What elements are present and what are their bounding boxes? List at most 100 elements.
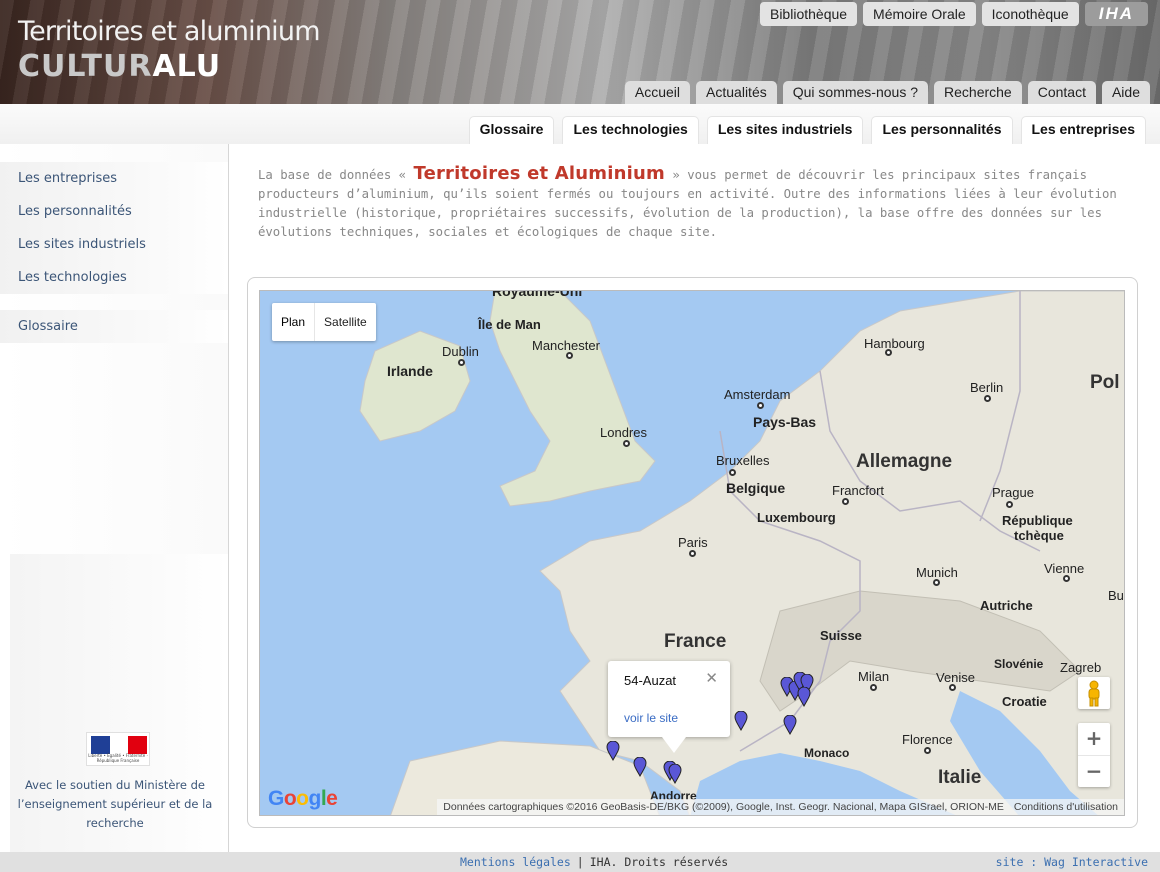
city-dot-hambourg	[885, 349, 892, 356]
sub-tab-sites-industriels[interactable]: Les sites industriels	[706, 116, 864, 144]
sidebar-item-sites-industriels[interactable]: Les sites industriels	[0, 228, 228, 261]
tab-accueil[interactable]: Accueil	[624, 81, 691, 104]
culturalu-logo[interactable]: CULTURALU	[18, 52, 221, 82]
zoom-control: + −	[1078, 723, 1110, 787]
map-type-control: Plan Satellite	[272, 303, 376, 341]
sub-tab-entreprises[interactable]: Les entreprises	[1020, 116, 1146, 144]
label-amsterdam: Amsterdam	[724, 387, 791, 402]
map-marker-icon[interactable]	[668, 764, 682, 784]
support-text: Avec le soutien du Ministère de l’enseig…	[17, 778, 213, 830]
label-bruxelles: Bruxelles	[716, 453, 770, 468]
gov-logo-caption: Liberté • Égalité • Fraternité · Républi…	[88, 753, 148, 763]
label-prague: Prague	[992, 485, 1034, 500]
logo-prefix: CULTUR	[18, 49, 153, 84]
sidebar-glossary-group: Glossaire	[0, 310, 228, 343]
label-autriche: Autriche	[980, 598, 1033, 613]
city-dot-manchester	[566, 352, 573, 359]
terms-link[interactable]: Conditions d'utilisation	[1014, 801, 1118, 813]
sub-tab-glossaire[interactable]: Glossaire	[468, 116, 555, 144]
main-nav: Accueil Actualités Qui sommes-nous ? Rec…	[624, 81, 1150, 104]
label-slovenie: Slovénie	[994, 657, 1044, 671]
footer-center: Mentions légales | IHA. Droits réservés	[460, 852, 728, 872]
google-letter: o	[283, 787, 297, 810]
label-hambourg: Hambourg	[864, 336, 925, 351]
google-logo[interactable]: Google	[268, 787, 338, 811]
tab-aide[interactable]: Aide	[1101, 81, 1150, 104]
label-tcheque: tchèque	[1014, 528, 1064, 543]
republique-francaise-logo[interactable]: Liberté • Égalité • Fraternité · Républi…	[86, 732, 150, 766]
map-marker-icon[interactable]	[783, 715, 797, 735]
label-zagreb: Zagreb	[1060, 660, 1102, 675]
label-pologne: Pol	[1090, 372, 1120, 393]
tab-actualites[interactable]: Actualités	[696, 81, 777, 104]
top-link-memoire-orale[interactable]: Mémoire Orale	[863, 2, 976, 26]
attribution-text: Données cartographiques ©2016 GeoBasis-D…	[443, 801, 1004, 813]
sub-tab-technologies[interactable]: Les technologies	[562, 116, 699, 144]
label-ile-de-man: Île de Man	[478, 317, 541, 332]
sub-tab-personnalites[interactable]: Les personnalités	[871, 116, 1013, 144]
city-dot-francfort	[842, 498, 849, 505]
map-type-plan-button[interactable]: Plan	[272, 303, 314, 341]
city-dot-amsterdam	[757, 402, 764, 409]
map-marker-icon[interactable]	[606, 741, 620, 761]
zoom-out-button[interactable]: −	[1078, 755, 1110, 787]
label-italie: Italie	[938, 767, 982, 788]
tab-recherche[interactable]: Recherche	[934, 81, 1022, 104]
city-dot-paris	[689, 550, 696, 557]
french-flag-icon	[91, 736, 148, 754]
label-milan: Milan	[858, 669, 890, 684]
label-republique: République	[1002, 513, 1073, 528]
tab-qui-sommes-nous[interactable]: Qui sommes-nous ?	[782, 81, 929, 104]
site-title[interactable]: Territoires et aluminium	[18, 16, 321, 47]
info-window-title: 54-Auzat	[624, 673, 677, 688]
city-dot-prague	[1006, 501, 1013, 508]
site-footer: Mentions légales | IHA. Droits réservés si…	[0, 852, 1160, 872]
sidebar-item-technologies[interactable]: Les technologies	[0, 261, 228, 294]
logo-suffix: ALU	[152, 49, 222, 84]
mentions-legales-link[interactable]: Mentions légales	[460, 855, 571, 869]
label-belgique: Belgique	[726, 480, 786, 496]
street-view-pegman-icon[interactable]	[1078, 677, 1110, 709]
map-marker-icon[interactable]	[633, 757, 647, 777]
label-florence: Florence	[902, 732, 953, 747]
map-marker-icon[interactable]	[797, 687, 811, 707]
close-icon[interactable]: ✕	[705, 669, 718, 687]
voir-le-site-link[interactable]: voir le site	[624, 711, 678, 725]
map-marker-icon[interactable]	[734, 711, 748, 731]
top-link-bibliotheque[interactable]: Bibliothèque	[759, 2, 858, 26]
city-dot-venise	[949, 684, 956, 691]
zoom-in-button[interactable]: +	[1078, 723, 1110, 755]
city-dot-munich	[933, 579, 940, 586]
sidebar-item-glossaire[interactable]: Glossaire	[0, 310, 228, 343]
label-paris: Paris	[678, 535, 708, 550]
iha-logo[interactable]: IHA	[1084, 2, 1148, 26]
intro-highlight: Territoires et Aluminium	[413, 163, 665, 184]
google-letter: e	[326, 787, 338, 810]
label-luxembourg: Luxembourg	[757, 510, 836, 525]
city-dot-milan	[870, 684, 877, 691]
city-dot-berlin	[984, 395, 991, 402]
intro-paragraph: La base de données « Territoires et Alum…	[258, 164, 1118, 242]
sidebar-item-entreprises[interactable]: Les entreprises	[0, 162, 228, 195]
intro-prefix: La base de données «	[258, 168, 414, 182]
map-attribution: Données cartographiques ©2016 GeoBasis-D…	[437, 799, 1124, 815]
sidebar-item-personnalites[interactable]: Les personnalités	[0, 195, 228, 228]
label-venise: Venise	[936, 670, 976, 685]
sub-nav: Glossaire Les technologies Les sites ind…	[468, 116, 1146, 144]
sites-map[interactable]: Plan Satellite Royaume-Uni Île de Man Ir…	[259, 290, 1125, 816]
info-window: 54-Auzat ✕ voir le site	[608, 661, 730, 753]
top-links: Bibliothèque Mémoire Orale Iconothèque I…	[759, 2, 1148, 26]
google-letter: g	[308, 787, 322, 810]
label-vienne: Vienne	[1044, 561, 1085, 576]
city-dot-londres	[623, 440, 630, 447]
top-link-iconotheque[interactable]: Iconothèque	[981, 2, 1079, 26]
label-pays-bas: Pays-Bas	[753, 414, 817, 430]
label-francfort: Francfort	[832, 483, 885, 498]
tab-contact[interactable]: Contact	[1027, 81, 1096, 104]
google-letter: G	[268, 787, 284, 810]
city-dot-dublin	[458, 359, 465, 366]
wag-interactive-link[interactable]: site : Wag Interactive	[996, 852, 1148, 872]
label-berlin: Berlin	[970, 380, 1004, 395]
google-letter: o	[296, 787, 309, 810]
map-type-satellite-button[interactable]: Satellite	[314, 303, 376, 341]
